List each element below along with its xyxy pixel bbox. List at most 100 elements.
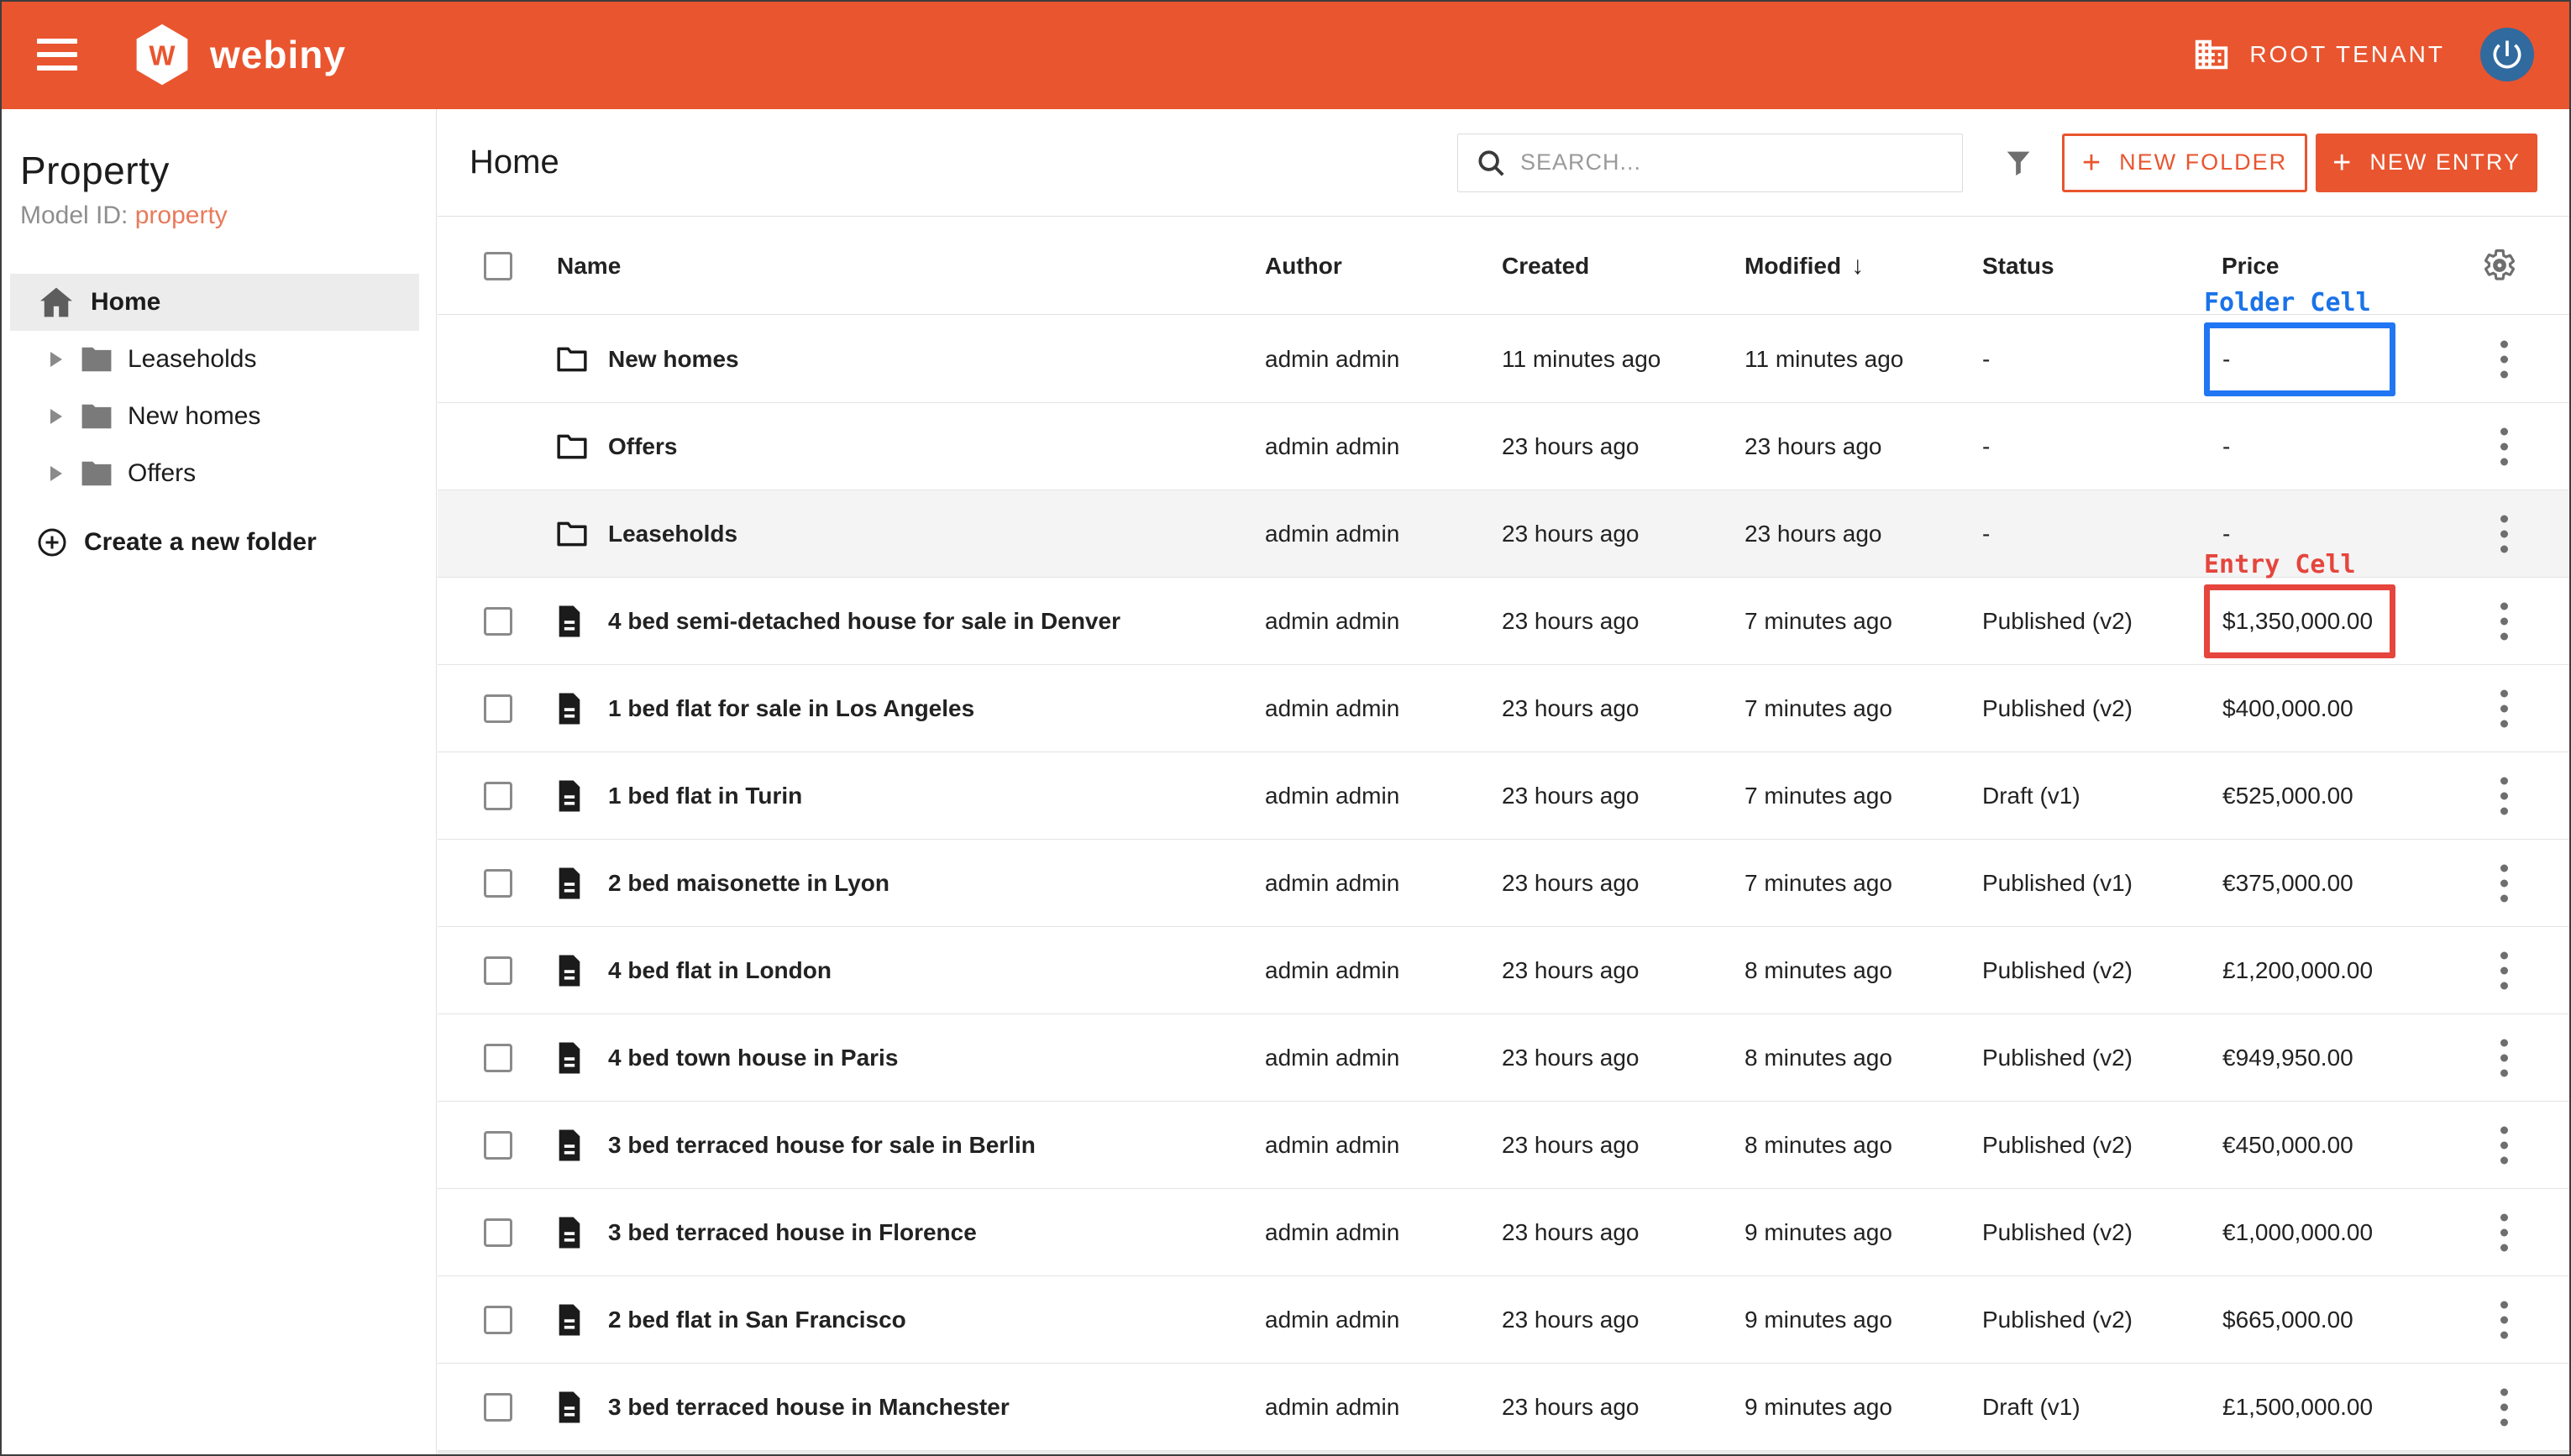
- new-entry-button[interactable]: + NEW ENTRY: [2316, 134, 2537, 192]
- row-menu-kebab-icon[interactable]: [2492, 943, 2516, 998]
- row-menu-kebab-icon[interactable]: [2492, 1380, 2516, 1434]
- price-cell: Entry Cell $1,350,000.00: [2204, 584, 2395, 658]
- folder-icon: [556, 346, 588, 373]
- sidebar-item-new-homes[interactable]: New homes: [10, 388, 419, 445]
- row-menu-kebab-icon[interactable]: [2492, 1030, 2516, 1085]
- modified-cell: 7 minutes ago: [1745, 578, 1892, 664]
- search-input[interactable]: [1520, 149, 1923, 175]
- table-row[interactable]: 3 bed terraced house in Florence admin a…: [438, 1189, 2571, 1276]
- created-cell: 23 hours ago: [1502, 490, 1639, 577]
- name-cell[interactable]: 2 bed maisonette in Lyon: [608, 840, 889, 926]
- table-settings-gear-icon[interactable]: [2482, 248, 2517, 285]
- price-cell: €450,000.00: [2204, 1108, 2395, 1182]
- chevron-right-icon[interactable]: [50, 409, 62, 424]
- table-row[interactable]: 3 bed terraced house for sale in Berlin …: [438, 1102, 2571, 1189]
- name-cell[interactable]: 3 bed terraced house for sale in Berlin: [608, 1102, 1036, 1188]
- row-checkbox[interactable]: [484, 956, 512, 985]
- table-row[interactable]: 2 bed maisonette in Lyon admin admin 23 …: [438, 840, 2571, 927]
- folder-icon: [81, 460, 113, 487]
- name-cell[interactable]: Leaseholds: [608, 490, 737, 577]
- webiny-logo[interactable]: W webiny: [134, 24, 346, 86]
- row-menu-kebab-icon[interactable]: [2492, 506, 2516, 561]
- create-folder-button[interactable]: Create a new folder: [37, 527, 436, 558]
- created-cell: 23 hours ago: [1502, 578, 1639, 664]
- menu-icon[interactable]: [37, 31, 97, 78]
- price-cell: €525,000.00: [2204, 759, 2395, 833]
- row-checkbox[interactable]: [484, 694, 512, 723]
- row-checkbox[interactable]: [484, 607, 512, 636]
- row-menu-kebab-icon[interactable]: [2492, 856, 2516, 910]
- name-cell[interactable]: 3 bed terraced house in Florence: [608, 1189, 977, 1275]
- user-avatar[interactable]: [2480, 28, 2534, 81]
- folder-icon: [81, 403, 113, 430]
- row-menu-kebab-icon[interactable]: [2492, 1292, 2516, 1347]
- table-row[interactable]: 1 bed flat in Turin admin admin 23 hours…: [438, 752, 2571, 840]
- row-checkbox[interactable]: [484, 1306, 512, 1334]
- model-title: Property: [20, 148, 436, 193]
- table-row[interactable]: New homes admin admin 11 minutes ago 11 …: [438, 316, 2571, 403]
- row-checkbox[interactable]: [484, 1393, 512, 1422]
- modified-cell: 9 minutes ago: [1745, 1364, 1892, 1450]
- price-value: $665,000.00: [2222, 1307, 2353, 1333]
- row-menu-kebab-icon[interactable]: [2492, 1118, 2516, 1172]
- search-icon: [1475, 147, 1507, 179]
- price-cell: €949,950.00: [2204, 1021, 2395, 1095]
- chevron-right-icon[interactable]: [50, 466, 62, 481]
- chevron-right-icon[interactable]: [50, 352, 62, 367]
- name-cell[interactable]: 4 bed semi-detached house for sale in De…: [608, 578, 1120, 664]
- sidebar-item-home[interactable]: Home: [10, 274, 419, 331]
- price-cell: -: [2204, 410, 2395, 484]
- table-row[interactable]: 4 bed flat in London admin admin 23 hour…: [438, 927, 2571, 1014]
- sidebar-item-leaseholds[interactable]: Leaseholds: [10, 331, 419, 388]
- row-menu-kebab-icon[interactable]: [2492, 419, 2516, 474]
- file-icon: [556, 1216, 583, 1249]
- table-row[interactable]: 3 bed terraced house in Manchester admin…: [438, 1364, 2571, 1451]
- price-cell: Folder Cell -: [2204, 322, 2395, 396]
- row-checkbox[interactable]: [484, 1218, 512, 1247]
- row-menu-kebab-icon[interactable]: [2492, 768, 2516, 823]
- name-cell[interactable]: Offers: [608, 403, 677, 490]
- name-cell[interactable]: 4 bed town house in Paris: [608, 1014, 898, 1101]
- name-cell[interactable]: 4 bed flat in London: [608, 927, 832, 1013]
- price-cell: €375,000.00: [2204, 846, 2395, 920]
- row-menu-kebab-icon[interactable]: [2492, 681, 2516, 736]
- sidebar-item-offers[interactable]: Offers: [10, 445, 419, 502]
- new-folder-button[interactable]: + NEW FOLDER: [2062, 134, 2307, 192]
- row-menu-kebab-icon[interactable]: [2492, 332, 2516, 386]
- column-header-modified[interactable]: Modified ↓: [1745, 217, 1864, 314]
- name-cell[interactable]: 2 bed flat in San Francisco: [608, 1276, 906, 1363]
- select-all-checkbox[interactable]: [484, 252, 512, 280]
- table-row[interactable]: 4 bed semi-detached house for sale in De…: [438, 578, 2571, 665]
- name-cell[interactable]: 3 bed terraced house in Manchester: [608, 1364, 1010, 1450]
- column-header-author: Author: [1265, 217, 1342, 314]
- filter-icon[interactable]: [2002, 146, 2035, 180]
- row-checkbox[interactable]: [484, 782, 512, 810]
- home-icon: [40, 287, 72, 317]
- author-cell: admin admin: [1265, 1189, 1399, 1275]
- table-row[interactable]: 2 bed flat in San Francisco admin admin …: [438, 1276, 2571, 1364]
- modified-cell: 8 minutes ago: [1745, 1014, 1892, 1101]
- table-row[interactable]: 4 bed town house in Paris admin admin 23…: [438, 1014, 2571, 1102]
- tenant-selector[interactable]: ROOT TENANT: [2192, 35, 2445, 74]
- table-body: New homes admin admin 11 minutes ago 11 …: [438, 316, 2571, 1451]
- row-checkbox[interactable]: [484, 1044, 512, 1072]
- name-cell[interactable]: 1 bed flat in Turin: [608, 752, 802, 839]
- topbar: W webiny ROOT TENANT: [0, 0, 2571, 109]
- row-menu-kebab-icon[interactable]: [2492, 1205, 2516, 1260]
- modified-cell: 9 minutes ago: [1745, 1189, 1892, 1275]
- row-menu-kebab-icon[interactable]: [2492, 594, 2516, 648]
- column-header-created: Created: [1502, 217, 1589, 314]
- row-checkbox[interactable]: [484, 869, 512, 898]
- table-row[interactable]: Offers admin admin 23 hours ago 23 hours…: [438, 403, 2571, 490]
- price-value: €525,000.00: [2222, 783, 2353, 809]
- name-cell[interactable]: 1 bed flat for sale in Los Angeles: [608, 665, 974, 752]
- price-value: -: [2222, 346, 2230, 373]
- content-area: Home + NEW FOLDER + NEW: [438, 109, 2571, 1456]
- author-cell: admin admin: [1265, 1102, 1399, 1188]
- row-checkbox[interactable]: [484, 1131, 512, 1160]
- table-row[interactable]: 1 bed flat for sale in Los Angeles admin…: [438, 665, 2571, 752]
- created-cell: 23 hours ago: [1502, 927, 1639, 1013]
- file-icon: [556, 605, 583, 638]
- column-header-status: Status: [1982, 217, 2054, 314]
- name-cell[interactable]: New homes: [608, 316, 739, 402]
